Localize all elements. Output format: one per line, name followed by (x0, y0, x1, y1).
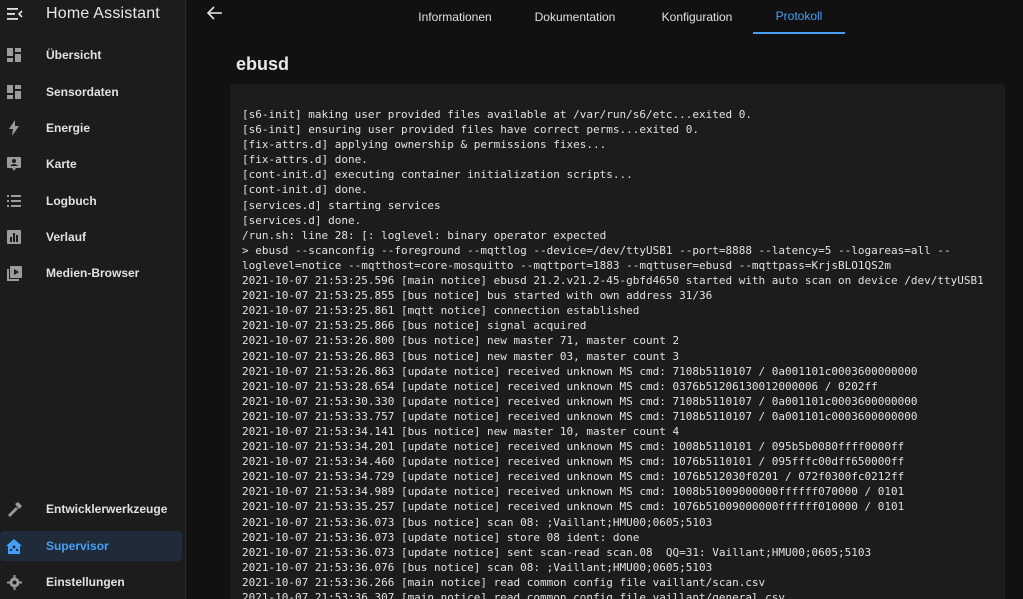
sidebar-header: Home Assistant (0, 0, 185, 28)
log-line: [fix-attrs.d] done. (242, 153, 368, 167)
sidebar-item-entwicklerwerkzeuge[interactable]: Entwicklerwerkzeuge (0, 494, 182, 524)
sidebar-item-logbuch[interactable]: Logbuch (0, 186, 182, 216)
page-title: ebusd (236, 54, 290, 74)
log-line: [services.d] starting services (242, 198, 441, 212)
log-line: 2021-10-07 21:53:25.861 [mqtt notice] co… (242, 304, 640, 318)
log-line: > ebusd --scanconfig --foreground --mqtt… (242, 243, 951, 257)
log-line: /run.sh: line 28: [: loglevel: binary op… (242, 228, 607, 242)
tab-protokoll[interactable]: Protokoll (753, 0, 845, 34)
sidebar-item-label: Übersicht (46, 48, 102, 62)
log-line: 2021-10-07 21:53:36.073 [update notice] … (242, 530, 640, 544)
log-line: 2021-10-07 21:53:34.989 [update notice] … (242, 485, 905, 499)
sidebar-item-sensordaten[interactable]: Sensordaten (0, 77, 182, 107)
sidebar-item-label: Sensordaten (46, 85, 119, 99)
log-line: 2021-10-07 21:53:34.729 [update notice] … (242, 470, 905, 484)
sidebar-item-uebersicht[interactable]: Übersicht (0, 40, 182, 70)
sidebar-item-label: Einstellungen (46, 575, 125, 589)
sidebar-item-supervisor[interactable]: Supervisor (0, 531, 182, 561)
menu-toggle-icon[interactable] (6, 5, 24, 23)
sidebar-item-label: Karte (46, 157, 77, 171)
log-line: 2021-10-07 21:53:30.330 [update notice] … (242, 394, 918, 408)
tab-dokumentation[interactable]: Dokumentation (527, 0, 623, 34)
log-line: 2021-10-07 21:53:25.596 [main notice] eb… (242, 274, 984, 288)
tab-konfiguration[interactable]: Konfiguration (649, 0, 745, 34)
log-line: [cont-init.d] executing container initia… (242, 168, 633, 182)
hammer-icon (6, 501, 22, 517)
top-tab-bar: Informationen Dokumentation Konfiguratio… (187, 0, 1023, 34)
log-line: 2021-10-07 21:53:36.266 [main notice] re… (242, 575, 766, 589)
sidebar-item-verlauf[interactable]: Verlauf (0, 222, 182, 252)
chart-icon (6, 229, 22, 245)
log-line: 2021-10-07 21:53:36.073 [bus notice] sca… (242, 515, 713, 529)
log-line: loglevel=notice --mqtthost=core-mosquitt… (242, 258, 892, 272)
log-card[interactable]: [s6-init] making user provided files ava… (230, 84, 1005, 599)
log-line: [s6-init] ensuring user provided files h… (242, 123, 699, 137)
sidebar-item-label: Supervisor (46, 539, 109, 553)
sidebar-item-medien-browser[interactable]: Medien-Browser (0, 258, 182, 288)
sidebar-item-einstellungen[interactable]: Einstellungen (0, 567, 182, 597)
log-line: 2021-10-07 21:53:26.863 [bus notice] new… (242, 349, 680, 363)
log-output: [s6-init] making user provided files ava… (242, 107, 1002, 599)
log-line: 2021-10-07 21:53:35.257 [update notice] … (242, 500, 905, 514)
log-line: 2021-10-07 21:53:26.800 [bus notice] new… (242, 334, 680, 348)
home-assistant-icon (6, 538, 22, 554)
log-line: [fix-attrs.d] applying ownership & permi… (242, 138, 607, 152)
log-line: [cont-init.d] done. (242, 183, 368, 197)
sidebar-item-label: Verlauf (46, 230, 87, 244)
app-title: Home Assistant (46, 5, 160, 22)
sidebar-item-label: Entwicklerwerkzeuge (46, 502, 168, 516)
dashboard-icon (6, 47, 22, 63)
log-line: 2021-10-07 21:53:36.073 [update notice] … (242, 545, 872, 559)
log-line: 2021-10-07 21:53:34.201 [update notice] … (242, 440, 905, 454)
log-line: 2021-10-07 21:53:28.654 [update notice] … (242, 379, 878, 393)
sidebar: Home Assistant Übersicht Sensordaten Ene… (0, 0, 186, 599)
list-icon (6, 193, 22, 209)
sidebar-item-karte[interactable]: Karte (0, 149, 182, 179)
log-line: 2021-10-07 21:53:34.460 [update notice] … (242, 455, 905, 469)
log-line: 2021-10-07 21:53:26.863 [update notice] … (242, 364, 918, 378)
log-line: 2021-10-07 21:53:25.855 [bus notice] bus… (242, 289, 713, 303)
log-line: 2021-10-07 21:53:33.757 [update notice] … (242, 409, 918, 423)
tab-informationen[interactable]: Informationen (409, 0, 501, 34)
log-line: [s6-init] making user provided files ava… (242, 108, 752, 121)
gear-icon (6, 574, 22, 590)
sidebar-item-label: Medien-Browser (46, 266, 140, 280)
dashboard-icon (6, 84, 22, 100)
log-line: 2021-10-07 21:53:36.307 [main notice] re… (242, 591, 786, 599)
sidebar-item-label: Energie (46, 121, 91, 135)
map-marker-icon (6, 156, 22, 172)
log-line: 2021-10-07 21:53:25.866 [bus notice] sig… (242, 319, 587, 333)
log-line: 2021-10-07 21:53:36.076 [bus notice] sca… (242, 560, 713, 574)
sidebar-item-label: Logbuch (46, 194, 97, 208)
lightning-icon (6, 120, 22, 136)
log-line: 2021-10-07 21:53:34.141 [bus notice] new… (242, 424, 680, 438)
back-arrow-icon[interactable] (206, 6, 227, 24)
play-box-icon (6, 265, 22, 281)
log-line: [services.d] done. (242, 213, 362, 227)
sidebar-item-energie[interactable]: Energie (0, 113, 182, 143)
